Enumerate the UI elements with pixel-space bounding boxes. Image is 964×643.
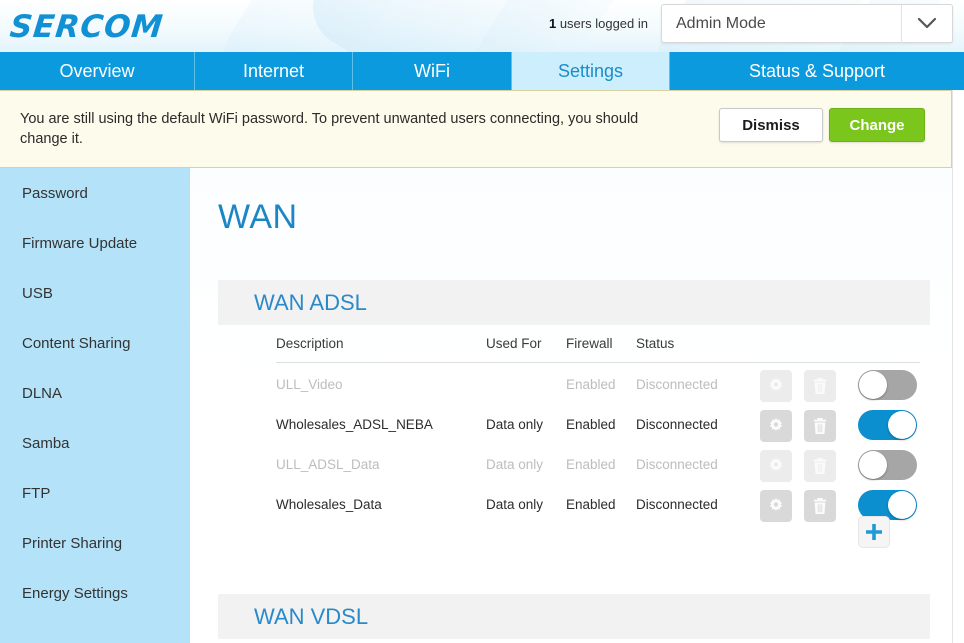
tab-label: Settings (557, 60, 624, 81)
section-title: WAN VDSL (254, 603, 369, 629)
cell-description: Wholesales_ADSL_NEBA (276, 417, 433, 432)
trash-icon[interactable] (804, 410, 836, 442)
column-header-description: Description (276, 336, 344, 351)
mode-dropdown[interactable]: Admin Mode (661, 4, 953, 43)
change-button[interactable]: Change (829, 108, 925, 142)
cell-used-for: Data only (486, 457, 544, 472)
sidebar-item-label: FTP (22, 484, 51, 502)
toggle-knob (859, 451, 887, 479)
cell-status: Disconnected (636, 377, 718, 392)
trash-icon[interactable] (804, 450, 836, 482)
gear-icon[interactable] (760, 370, 792, 402)
main-content: WAN WAN ADSL Description Used For Firewa… (190, 168, 952, 643)
cell-firewall: Enabled (566, 497, 616, 512)
tab-overview[interactable]: Overview (0, 52, 195, 90)
sidebar-item-password[interactable]: Password (0, 168, 190, 218)
enable-toggle[interactable] (858, 450, 917, 480)
cell-description: ULL_ADSL_Data (276, 457, 380, 472)
page-title: WAN (218, 198, 298, 236)
sidebar-item-label: DLNA (22, 384, 63, 402)
main-navigation-tabs: Overview Internet WiFi Settings Status &… (0, 52, 964, 90)
cell-status: Disconnected (636, 457, 718, 472)
table-row: Wholesales_Data Data only Enabled Discon… (276, 486, 920, 526)
sidebar-item-ftp[interactable]: FTP (0, 468, 190, 518)
users-logged-in-label: users logged in (556, 16, 648, 31)
tab-label: Internet (242, 60, 305, 81)
cell-used-for: Data only (486, 417, 544, 432)
section-header-wan-vdsl: WAN VDSL (218, 594, 930, 639)
router-admin-page: SERCOM 1 users logged in Admin Mode Over… (0, 0, 964, 643)
tab-label: WiFi (414, 60, 450, 81)
trash-icon[interactable] (804, 490, 836, 522)
cell-firewall: Enabled (566, 377, 616, 392)
tab-settings[interactable]: Settings (512, 52, 670, 90)
sidebar-item-label: Printer Sharing (22, 534, 123, 552)
sidebar-item-firmware-update[interactable]: Firmware Update (0, 218, 190, 268)
trash-icon[interactable] (804, 370, 836, 402)
sidebar-item-label: Password (22, 184, 88, 202)
sercom-logo: SERCOM (8, 9, 166, 45)
sidebar-item-usb[interactable]: USB (0, 268, 190, 318)
sidebar-item-energy-settings[interactable]: Energy Settings (0, 568, 190, 618)
sidebar-item-label: Samba (22, 434, 70, 452)
column-header-used-for: Used For (486, 336, 542, 351)
section-title: WAN ADSL (254, 289, 367, 315)
cell-description: ULL_Video (276, 377, 343, 392)
cell-status: Disconnected (636, 497, 718, 512)
toggle-knob (859, 371, 887, 399)
chevron-down-icon[interactable] (902, 17, 952, 30)
cell-firewall: Enabled (566, 417, 616, 432)
enable-toggle[interactable] (858, 370, 917, 400)
page-header: SERCOM 1 users logged in Admin Mode (0, 0, 964, 52)
table-row: ULL_ADSL_Data Data only Enabled Disconne… (276, 446, 920, 486)
table-row: Wholesales_ADSL_NEBA Data only Enabled D… (276, 406, 920, 446)
cell-used-for: Data only (486, 497, 544, 512)
cell-status: Disconnected (636, 417, 718, 432)
tab-wifi[interactable]: WiFi (353, 52, 512, 90)
sidebar-item-label: USB (22, 284, 53, 302)
sidebar-item-label: Energy Settings (22, 584, 128, 602)
gear-icon[interactable] (760, 490, 792, 522)
content-right-border (952, 90, 953, 643)
enable-toggle[interactable] (858, 410, 917, 440)
plus-icon (866, 524, 882, 540)
column-header-firewall: Firewall (566, 336, 613, 351)
tab-status-support[interactable]: Status & Support (670, 52, 964, 90)
banner-message: You are still using the default WiFi pas… (20, 111, 639, 147)
tab-label: Status & Support (748, 60, 886, 81)
sidebar-item-samba[interactable]: Samba (0, 418, 190, 468)
toggle-knob (888, 491, 916, 519)
sidebar-item-printer-sharing[interactable]: Printer Sharing (0, 518, 190, 568)
table-header-divider (276, 362, 920, 363)
table-header-row: Description Used For Firewall Status (276, 336, 920, 364)
section-header-wan-adsl: WAN ADSL (218, 280, 930, 325)
cell-firewall: Enabled (566, 457, 616, 472)
sidebar-item-label: Content Sharing (22, 334, 131, 352)
mode-dropdown-value: Admin Mode (676, 14, 766, 32)
sidebar-item-dlna[interactable]: DLNA (0, 368, 190, 418)
tab-internet[interactable]: Internet (195, 52, 353, 90)
gear-icon[interactable] (760, 450, 792, 482)
gear-icon[interactable] (760, 410, 792, 442)
settings-sidebar: Password Firmware Update USB Content Sha… (0, 168, 190, 643)
dismiss-button[interactable]: Dismiss (719, 108, 823, 142)
add-wan-connection-button[interactable] (858, 516, 890, 548)
sidebar-item-content-sharing[interactable]: Content Sharing (0, 318, 190, 368)
table-row: ULL_Video Enabled Disconnected (276, 366, 920, 406)
toggle-knob (888, 411, 916, 439)
sidebar-item-label: Firmware Update (22, 234, 138, 252)
column-header-status: Status (636, 336, 675, 351)
tab-label: Overview (59, 60, 135, 81)
users-logged-in-status: 1 users logged in (549, 16, 648, 31)
cell-description: Wholesales_Data (276, 497, 382, 512)
